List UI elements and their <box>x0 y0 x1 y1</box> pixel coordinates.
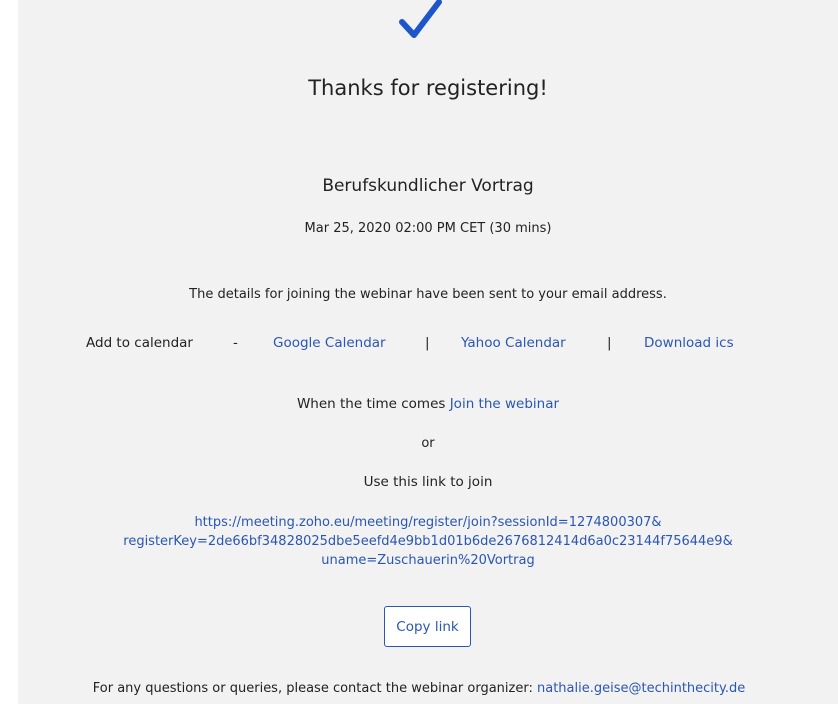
calendar-dash: - <box>233 335 238 351</box>
footer-contact: For any questions or queries, please con… <box>0 681 838 696</box>
yahoo-calendar-link[interactable]: Yahoo Calendar <box>461 335 566 351</box>
add-to-calendar-row: Add to calendar - Google Calendar | Yaho… <box>0 335 838 355</box>
add-to-calendar-label: Add to calendar <box>86 335 193 351</box>
event-datetime: Mar 25, 2020 02:00 PM CET (30 mins) <box>304 221 552 236</box>
details-message: The details for joining the webinar have… <box>189 287 667 302</box>
event-name: Berufskundlicher Vortrag <box>322 176 534 196</box>
google-calendar-link[interactable]: Google Calendar <box>273 335 386 351</box>
checkmark-icon <box>399 0 442 38</box>
copy-link-button[interactable]: Copy link <box>384 606 471 647</box>
join-url-link[interactable]: https://meeting.zoho.eu/meeting/register… <box>18 513 838 570</box>
page-title: Thanks for registering! <box>308 76 548 100</box>
use-link-text: Use this link to join <box>363 474 493 490</box>
join-webinar-link[interactable]: Join the webinar <box>450 396 559 412</box>
join-instructions: When the time comes Join the webinar <box>18 396 838 412</box>
organizer-email-link[interactable]: nathalie.geise@techinthecity.de <box>537 681 745 696</box>
join-url-line: https://meeting.zoho.eu/meeting/register… <box>194 515 662 530</box>
calendar-separator: | <box>607 335 612 351</box>
calendar-separator: | <box>425 335 430 351</box>
join-url-line: registerKey=2de66bf34828025dbe5eefd4e9bb… <box>123 534 733 549</box>
footer-text: For any questions or queries, please con… <box>92 681 533 696</box>
join-url-line: uname=Zuschauerin%20Vortrag <box>321 553 535 568</box>
join-prefix: When the time comes <box>296 396 446 412</box>
download-ics-link[interactable]: Download ics <box>644 335 734 351</box>
or-text: or <box>421 436 435 451</box>
